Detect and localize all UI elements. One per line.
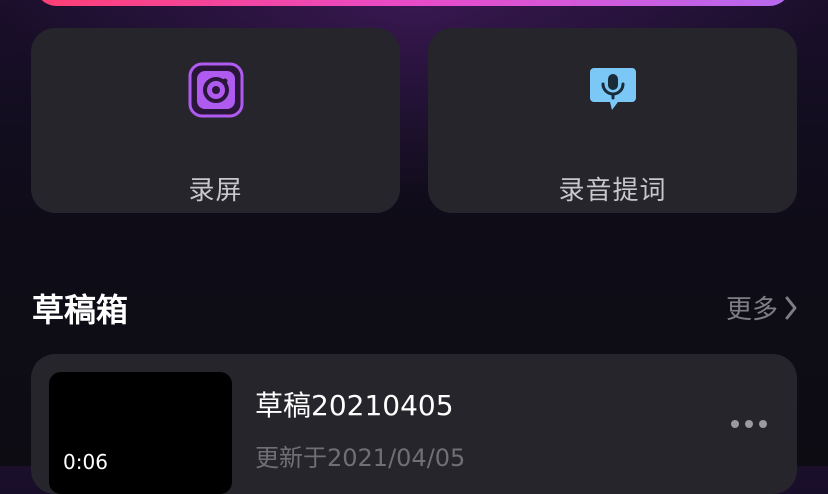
screen-record-icon xyxy=(188,62,244,118)
draft-thumbnail[interactable]: 0:06 xyxy=(49,372,232,494)
screen-record-label: 录屏 xyxy=(188,176,243,206)
draft-card[interactable]: 0:06 草稿20210405 更新于2021/04/05 xyxy=(31,354,797,494)
dot xyxy=(745,420,753,428)
screen-record-tile[interactable]: 录屏 xyxy=(31,28,400,213)
dot xyxy=(731,420,739,428)
draft-updated-date: 更新于2021/04/05 xyxy=(255,444,466,472)
more-drafts-link[interactable]: 更多 xyxy=(726,289,798,326)
microphone-icon xyxy=(585,62,641,118)
dot xyxy=(759,420,767,428)
more-label: 更多 xyxy=(725,295,778,325)
voice-prompter-tile[interactable]: 录音提词 xyxy=(428,28,797,213)
draft-duration: 0:06 xyxy=(63,450,108,474)
draft-name: 草稿20210405 xyxy=(255,389,454,422)
chevron-right-icon xyxy=(785,296,797,319)
top-banner[interactable] xyxy=(34,0,792,6)
voice-prompter-label: 录音提词 xyxy=(558,176,667,206)
drafts-title: 草稿箱 xyxy=(32,291,129,329)
more-options-icon[interactable] xyxy=(731,420,767,428)
